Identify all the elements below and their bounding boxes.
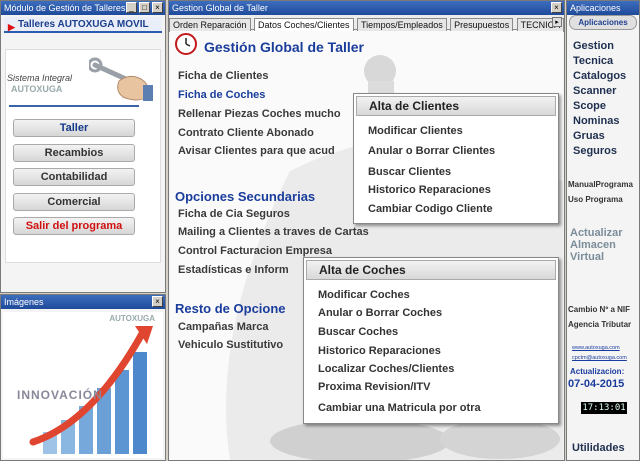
close-icon[interactable]: × <box>152 296 163 307</box>
applications-button[interactable]: Aplicaciones <box>569 15 637 30</box>
nav-contabilidad-button[interactable]: Contabilidad <box>13 168 135 186</box>
email-link[interactable]: cpctm@autoxuga.com <box>572 355 627 361</box>
menu-anular-coches[interactable]: Anular o Borrar Coches <box>318 307 442 319</box>
menu-historico-clientes[interactable]: Historico Reparaciones <box>368 184 491 196</box>
menu-cambiar-matricula[interactable]: Cambiar una Matricula por otra <box>318 402 481 414</box>
update-date: 07-04-2015 <box>568 378 625 390</box>
window-title: Imágenes <box>4 297 44 307</box>
menu-ficha-seguros[interactable]: Ficha de Cia Seguros <box>178 208 290 220</box>
app-seguros-link[interactable]: Seguros <box>573 145 617 157</box>
applications-window: Aplicaciones Aplicaciones Gestion Tecnic… <box>566 0 640 461</box>
page-title: Gestión Global de Taller <box>204 39 364 55</box>
tab-presupuestos[interactable]: Presupuestos <box>450 18 514 32</box>
agencia-tributaria-link[interactable]: Agencia Tributar <box>568 320 631 329</box>
menu-control-facturacion[interactable]: Control Facturacion Empresa <box>178 245 332 257</box>
menu-modificar-coches[interactable]: Modificar Coches <box>318 289 410 301</box>
website-link[interactable]: www.autoxuga.com <box>572 345 620 351</box>
menu-avisar-clientes[interactable]: Avisar Clientes para que acud <box>178 145 335 157</box>
menu-rellenar-piezas[interactable]: Rellenar Piezas Coches mucho <box>178 108 341 120</box>
app-scanner-link[interactable]: Scanner <box>573 85 616 97</box>
wrench-hand-icon <box>89 57 153 101</box>
taller-module-window: Módulo de Gestión de Talleres _ □ × ▶ Ta… <box>0 0 166 293</box>
app-scope-link[interactable]: Scope <box>573 100 606 112</box>
section-resto: Resto de Opcione <box>175 301 286 316</box>
nav-taller-button[interactable]: Taller <box>13 119 135 137</box>
section-secundarias: Opciones Secundarias <box>175 189 316 204</box>
minimize-icon[interactable]: _ <box>126 2 137 13</box>
app-gestion-link[interactable]: Gestion <box>573 40 614 52</box>
taller-module-titlebar[interactable]: Módulo de Gestión de Talleres _ □ × <box>1 1 165 15</box>
menu-cambiar-codigo[interactable]: Cambiar Codigo Cliente <box>368 203 493 215</box>
app-nominas-link[interactable]: Nominas <box>573 115 619 127</box>
menu-buscar-coches[interactable]: Buscar Coches <box>318 326 398 338</box>
menu-vehiculo-sustitutivo[interactable]: Vehiculo Sustitutivo <box>178 339 283 351</box>
menu-localizar-coches[interactable]: Localizar Coches/Clientes <box>318 363 454 375</box>
company-name: Talleres AUTOXUGA MOVIL <box>18 19 149 30</box>
system-brand: AUTOXUGA <box>11 84 63 94</box>
close-icon[interactable]: × <box>551 2 562 13</box>
menu-historico-coches[interactable]: Historico Reparaciones <box>318 345 441 357</box>
menu-campanas-marca[interactable]: Campañas Marca <box>178 321 269 333</box>
uso-programa-link[interactable]: Uso Programa <box>568 195 623 204</box>
update-label: Actualizacion: <box>570 367 625 376</box>
company-banner: ▶ Talleres AUTOXUGA MOVIL <box>4 17 162 33</box>
window-title: Gestion Global de Taller <box>172 3 268 13</box>
clock-icon <box>175 33 197 55</box>
digital-clock: 17:13:01 <box>581 402 627 414</box>
menu-ficha-clientes[interactable]: Ficha de Clientes <box>178 70 268 82</box>
update-line-2[interactable]: Almacen <box>570 239 616 251</box>
global-management-titlebar[interactable]: Gestion Global de Taller × <box>169 1 564 15</box>
nav-comercial-button[interactable]: Comercial <box>13 193 135 211</box>
app-tecnica-link[interactable]: Tecnica <box>573 55 613 67</box>
exit-program-button[interactable]: Salir del programa <box>13 217 135 235</box>
window-title: Aplicaciones <box>570 3 621 13</box>
menu-buscar-clientes[interactable]: Buscar Clientes <box>368 166 451 178</box>
cambio-nif-link[interactable]: Cambio Nº a NIF <box>568 305 630 314</box>
menu-modificar-clientes[interactable]: Modificar Clientes <box>368 125 463 137</box>
utilidades-link[interactable]: Utilidades <box>572 442 625 454</box>
coches-popup-menu: Alta de Coches Modificar Coches Anular o… <box>303 257 559 424</box>
menu-proxima-revision[interactable]: Proxima Revision/ITV <box>318 381 430 393</box>
nav-recambios-button[interactable]: Recambios <box>13 144 135 162</box>
close-icon[interactable]: × <box>152 2 163 13</box>
tab-bar: Orden Reparación Datos Coches/Clientes T… <box>169 15 564 33</box>
tab-tiempos-empleados[interactable]: Tiempos/Empleados <box>357 18 447 32</box>
applications-titlebar[interactable]: Aplicaciones <box>567 1 639 15</box>
app-catalogos-link[interactable]: Catalogos <box>573 70 626 82</box>
growth-chart-illustration <box>29 326 153 454</box>
images-window: Imágenes × AUTOXUGA INNOVACIÓN <box>0 294 166 461</box>
menu-alta-clientes[interactable]: Alta de Clientes <box>356 96 556 116</box>
clientes-popup-menu: Alta de Clientes Modificar Clientes Anul… <box>353 93 559 224</box>
arrow-right-icon: ▶ <box>8 22 15 32</box>
images-titlebar[interactable]: Imágenes × <box>1 295 165 309</box>
window-title: Módulo de Gestión de Talleres <box>4 3 126 13</box>
maximize-icon[interactable]: □ <box>139 2 150 13</box>
app-gruas-link[interactable]: Gruas <box>573 130 605 142</box>
menu-anular-clientes[interactable]: Anular o Borrar Clientes <box>368 145 495 157</box>
system-label: Sistema Integral <box>7 73 73 83</box>
menu-estadisticas[interactable]: Estadísticas e Inform <box>178 264 289 276</box>
update-line-1[interactable]: Actualizar <box>570 227 623 239</box>
innovation-caption: INNOVACIÓN <box>17 388 103 402</box>
divider <box>9 105 139 107</box>
update-line-3[interactable]: Virtual <box>570 251 604 263</box>
manual-programa-link[interactable]: ManualPrograma <box>568 180 633 189</box>
tab-scroll-icon[interactable]: ▸ <box>552 17 562 27</box>
innovation-image: AUTOXUGA INNOVACIÓN <box>3 312 163 458</box>
images-logo: AUTOXUGA <box>109 314 155 323</box>
menu-ficha-coches[interactable]: Ficha de Coches <box>178 89 265 101</box>
menu-contrato-abonado[interactable]: Contrato Cliente Abonado <box>178 127 314 139</box>
menu-mailing-clientes[interactable]: Mailing a Clientes a traves de Cartas <box>178 226 369 238</box>
menu-alta-coches[interactable]: Alta de Coches <box>306 260 556 280</box>
tab-orden-reparacion[interactable]: Orden Reparación <box>169 18 251 32</box>
